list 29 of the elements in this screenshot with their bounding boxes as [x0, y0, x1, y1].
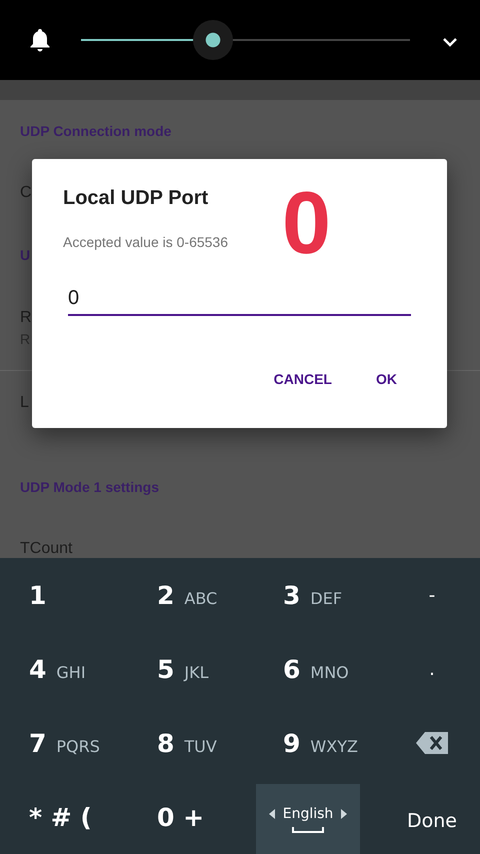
space-bar-icon	[292, 826, 324, 832]
right-arrow-icon	[341, 808, 348, 818]
keyboard-key[interactable]: * # (	[25, 798, 96, 836]
keyboard-key[interactable]: 2 ABC	[153, 576, 222, 614]
left-arrow-icon	[268, 808, 275, 818]
dialog-title: Local UDP Port	[63, 186, 208, 211]
dialog-button[interactable]: OK	[368, 363, 405, 395]
slider-thumb[interactable]	[192, 20, 233, 60]
done-key[interactable]: Done	[403, 798, 461, 836]
keyboard-key[interactable]: -	[424, 580, 440, 610]
port-input-field[interactable]: 0	[68, 282, 411, 316]
keyboard-key[interactable]: 8 TUV	[153, 724, 221, 762]
volume-slider[interactable]	[81, 20, 410, 60]
keyboard-key[interactable]: 5 JKL	[153, 650, 213, 688]
overlay-number: 0	[282, 175, 331, 271]
keyboard-key[interactable]: 4 GHI	[25, 650, 90, 688]
dialog-button[interactable]: CANCEL	[266, 363, 340, 395]
keyboard-key[interactable]: 1	[25, 576, 50, 614]
keyboard-key[interactable]: 3 DEF	[279, 576, 346, 614]
bell-icon	[28, 27, 52, 53]
dialog-message: Accepted value is 0-65536	[63, 233, 228, 251]
chevron-down-icon	[442, 36, 458, 46]
keyboard-key[interactable]: 6 MNO	[279, 650, 353, 688]
keyboard-key[interactable]: .	[425, 654, 439, 684]
keyboard-key[interactable]: 0 +	[153, 798, 208, 836]
keyboard-key[interactable]: 9 WXYZ	[279, 724, 362, 762]
backspace-icon	[416, 732, 448, 754]
keyboard-key[interactable]: 7 PQRS	[25, 724, 104, 762]
language-key[interactable]: English	[256, 784, 360, 854]
